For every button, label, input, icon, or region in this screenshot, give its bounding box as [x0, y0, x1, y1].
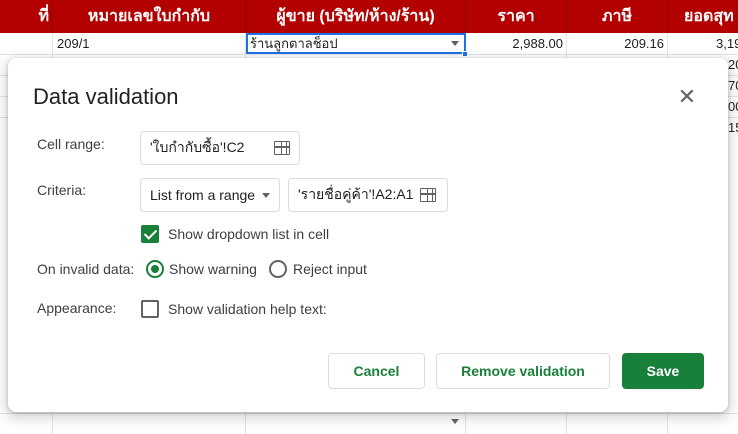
reject-input-label: Reject input: [293, 261, 367, 277]
criteria-range-value: 'รายชื่อคู่ค้า'!A2:A1: [298, 186, 414, 202]
active-cell-outline: [246, 33, 466, 54]
reject-input-radio[interactable]: [269, 260, 287, 278]
criteria-type-select[interactable]: List from a range: [140, 178, 280, 212]
cell-dropdown-arrow-icon[interactable]: [451, 41, 459, 46]
cell-dropdown-arrow-icon[interactable]: [451, 419, 459, 424]
cell-tax[interactable]: 209.16: [567, 34, 664, 54]
close-icon: ✕: [677, 84, 697, 109]
header-cell-tax[interactable]: ภาษี: [567, 0, 668, 33]
show-help-text-label: Show validation help text:: [168, 301, 327, 317]
header-cell-total[interactable]: ยอดสุท: [668, 0, 738, 33]
criteria-type-value: List from a range: [150, 187, 256, 203]
data-validation-dialog: Data validation ✕ Cell range: 'ใบกำกับซื…: [8, 58, 728, 412]
save-button[interactable]: Save: [622, 353, 704, 389]
show-warning-label: Show warning: [169, 261, 257, 277]
dialog-title: Data validation: [33, 84, 179, 109]
show-warning-radio[interactable]: [146, 260, 164, 278]
cell-range-label: Cell range:: [37, 136, 105, 152]
show-help-text-checkbox[interactable]: [141, 300, 159, 318]
close-button[interactable]: ✕: [674, 84, 700, 110]
header-cell-price[interactable]: ราคา: [466, 0, 567, 33]
cell-total-partial[interactable]: 00: [728, 97, 738, 117]
cell-total-partial[interactable]: 70: [728, 76, 738, 96]
cancel-button[interactable]: Cancel: [328, 353, 425, 389]
cell-range-value: 'ใบกำกับซื้อ'!C2: [150, 139, 245, 155]
appearance-label: Appearance:: [37, 300, 117, 316]
criteria-label: Criteria:: [37, 182, 87, 198]
on-invalid-label: On invalid data:: [37, 261, 135, 277]
show-dropdown-label: Show dropdown list in cell: [168, 226, 330, 242]
select-range-grid-icon[interactable]: [420, 188, 436, 202]
gridline: [0, 54, 738, 55]
cell-price[interactable]: 2,988.00: [466, 34, 563, 54]
show-dropdown-checkbox[interactable]: [141, 225, 159, 243]
cell-invoice[interactable]: 209/1: [57, 34, 90, 54]
cell-total-partial[interactable]: 20: [728, 55, 738, 75]
header-cell-invoice[interactable]: หมายเลขใบกำกับ: [53, 0, 246, 33]
header-cell-vendor[interactable]: ผู้ขาย (บริษัท/ห้าง/ร้าน): [246, 0, 466, 33]
header-row: ที่ หมายเลขใบกำกับ ผู้ขาย (บริษัท/ห้าง/ร…: [0, 0, 738, 33]
cell-total[interactable]: 3,19: [716, 34, 738, 54]
remove-validation-button[interactable]: Remove validation: [436, 353, 610, 389]
header-cell-number[interactable]: ที่: [0, 0, 52, 33]
fill-handle[interactable]: [462, 51, 468, 57]
select-range-grid-icon[interactable]: [274, 141, 290, 155]
cell-total-partial[interactable]: 15: [728, 118, 738, 138]
gridline: [0, 413, 738, 414]
chevron-down-icon: [262, 193, 270, 198]
